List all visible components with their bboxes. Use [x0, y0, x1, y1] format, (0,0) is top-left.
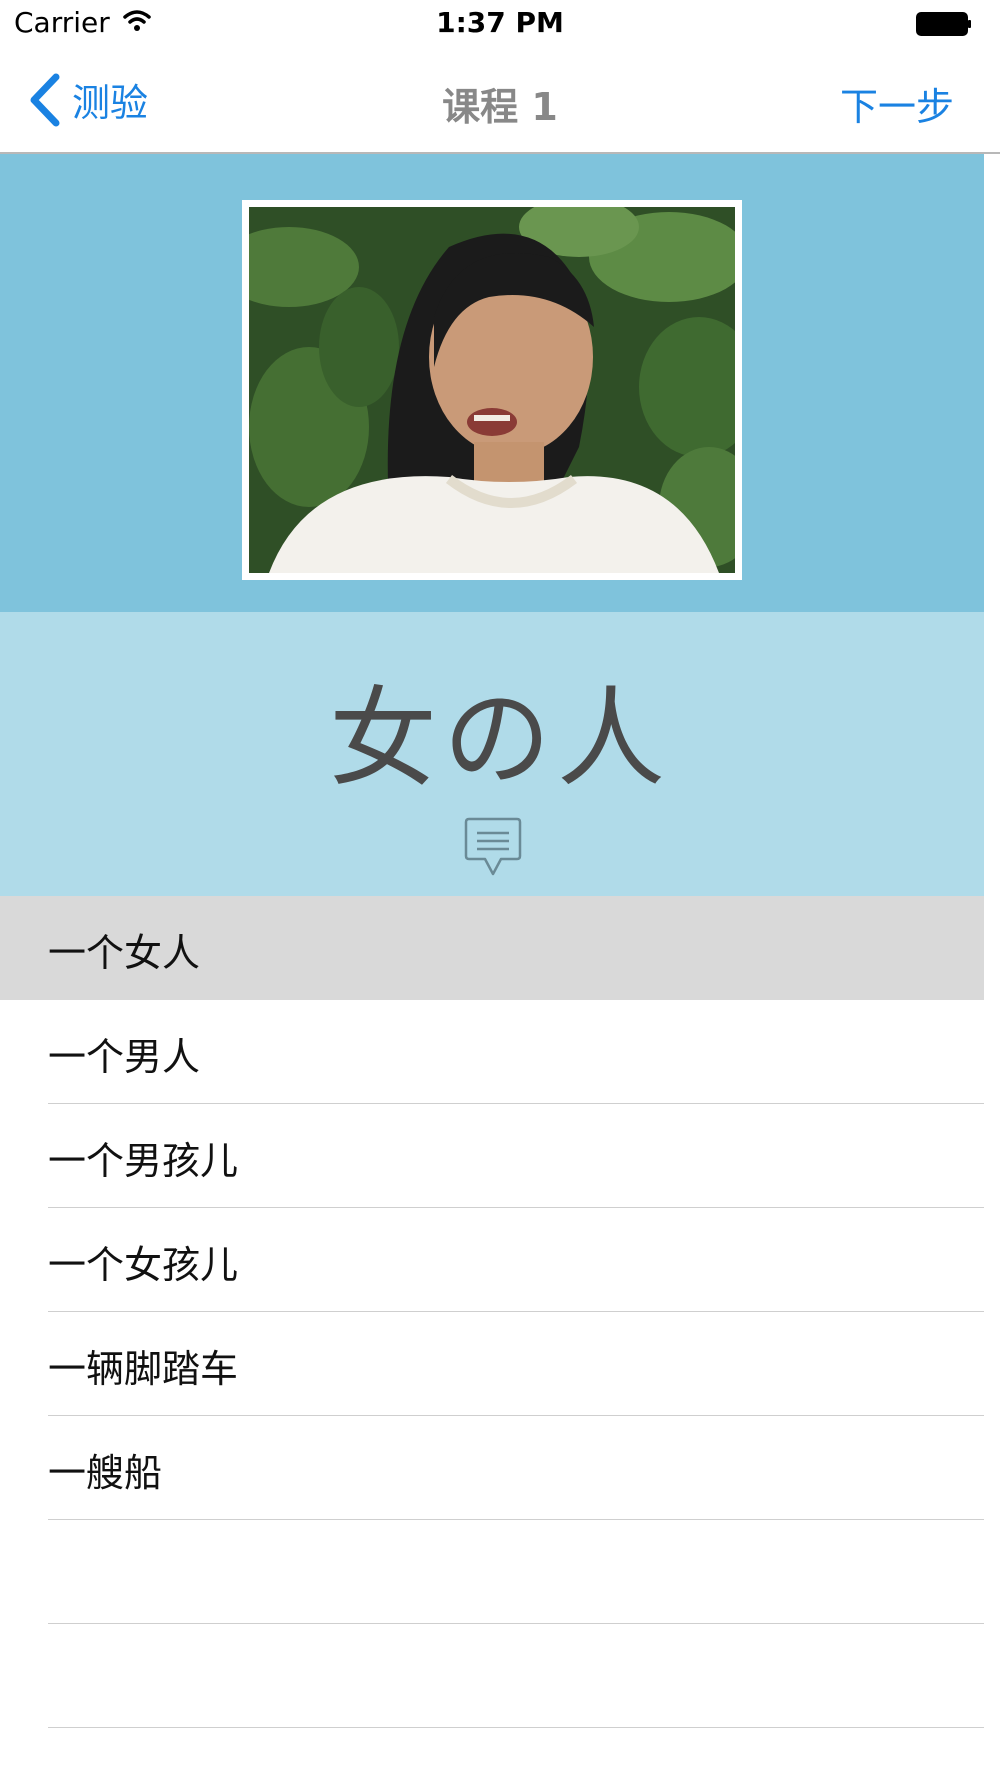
answer-option[interactable]: 一艘船	[0, 1416, 1000, 1520]
woman-photo	[249, 207, 735, 573]
vocab-word: 女の人	[328, 677, 671, 802]
battery-icon	[916, 12, 972, 36]
answer-option-label: 一个男孩儿	[48, 1139, 239, 1183]
status-time: 1:37 PM	[436, 6, 564, 39]
next-button[interactable]: 下一步	[840, 76, 954, 131]
empty-row	[0, 1520, 1000, 1624]
answer-option-label: 一个女孩儿	[48, 1243, 239, 1287]
answer-option[interactable]: 一辆脚踏车	[0, 1312, 1000, 1416]
answer-option-label: 一个男人	[48, 1035, 201, 1079]
empty-row	[0, 1624, 1000, 1728]
status-bar: Carrier 1:37 PM	[0, 0, 1000, 50]
answer-option-label: 一艘船	[48, 1451, 163, 1495]
answer-option-label: 一辆脚踏车	[48, 1347, 239, 1391]
answer-option-label: 一个女人	[48, 931, 201, 975]
answer-options-list: 一个女人 一个男人 一个男孩儿 一个女孩儿 一辆脚踏车 一艘船	[0, 896, 1000, 1728]
answer-option[interactable]: 一个男孩儿	[0, 1104, 1000, 1208]
navigation-bar: 测验 课程 1 下一步	[0, 50, 1000, 154]
speech-bubble-icon[interactable]	[463, 816, 523, 882]
answer-option[interactable]: 一个女人	[0, 896, 1000, 1000]
right-edge-strip	[984, 154, 1000, 1778]
answer-option[interactable]: 一个男人	[0, 1000, 1000, 1104]
word-panel: 女の人	[0, 612, 1000, 896]
answer-option[interactable]: 一个女孩儿	[0, 1208, 1000, 1312]
photo-panel	[0, 154, 1000, 612]
row-divider	[48, 1727, 1000, 1728]
photo-frame	[242, 200, 742, 580]
screen: Carrier 1:37 PM 测验 课程 1 下一步 女の人 一个女人 一个男…	[0, 0, 1000, 1778]
